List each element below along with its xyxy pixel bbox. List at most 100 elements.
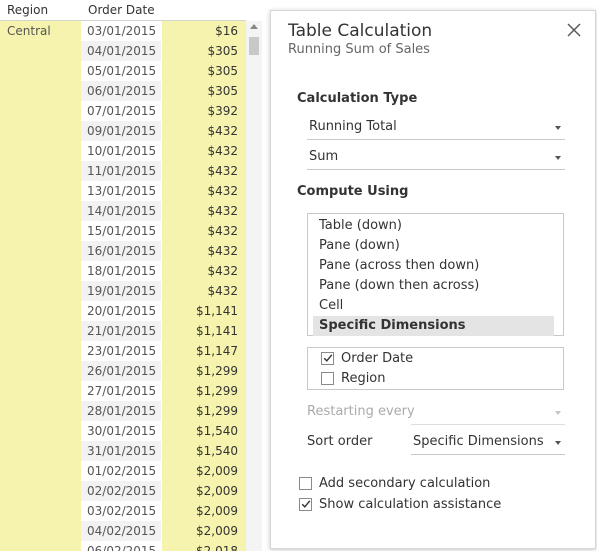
vertical-scrollbar[interactable] — [246, 21, 262, 551]
running-sum-cell[interactable]: $1,299 — [162, 401, 246, 421]
order-date-cell: 20/01/2015 — [81, 301, 161, 321]
checkbox-icon[interactable] — [321, 372, 334, 385]
running-sum-cell[interactable]: $432 — [162, 121, 246, 141]
compute-option[interactable]: Cell — [313, 296, 554, 316]
table-row[interactable]: 26/01/2015 $1,299 — [81, 361, 246, 381]
table-row[interactable]: 11/01/2015 $432 — [81, 161, 246, 181]
table-row[interactable]: 10/01/2015 $432 — [81, 141, 246, 161]
sort-order-dropdown[interactable]: Specific Dimensions — [411, 432, 565, 455]
compute-option[interactable]: Pane (down) — [313, 236, 554, 256]
table-row[interactable]: 13/01/2015 $432 — [81, 181, 246, 201]
region-column-header[interactable]: Region — [7, 0, 48, 20]
running-sum-cell[interactable]: $1,299 — [162, 381, 246, 401]
order-date-cell: 07/01/2015 — [81, 101, 161, 121]
table-row[interactable]: 04/02/2015 $2,009 — [81, 521, 246, 541]
running-sum-cell[interactable]: $432 — [162, 281, 246, 301]
calculation-type-label: Calculation Type — [297, 91, 418, 106]
table-row[interactable]: 21/01/2015 $1,141 — [81, 321, 246, 341]
running-sum-cell[interactable]: $1,299 — [162, 361, 246, 381]
dialog-title: Table Calculation — [288, 21, 433, 41]
table-row[interactable]: 28/01/2015 $1,299 — [81, 401, 246, 421]
table-row[interactable]: 14/01/2015 $432 — [81, 201, 246, 221]
scroll-up-arrow-icon[interactable] — [250, 24, 258, 29]
compute-option[interactable]: Pane (down then across) — [313, 276, 554, 296]
table-row[interactable]: 05/01/2015 $305 — [81, 61, 246, 81]
data-table: Region Order Date Central 03/01/2015 $16 0… — [0, 0, 262, 551]
table-row[interactable]: 19/01/2015 $432 — [81, 281, 246, 301]
order-date-column-header[interactable]: Order Date — [88, 0, 155, 20]
add-secondary-calculation-label: Add secondary calculation — [319, 476, 491, 491]
chevron-down-icon — [555, 156, 561, 160]
order-date-cell: 04/02/2015 — [81, 521, 161, 541]
running-sum-cell[interactable]: $305 — [162, 81, 246, 101]
aggregation-dropdown[interactable]: Sum — [307, 147, 565, 170]
running-sum-cell[interactable]: $305 — [162, 61, 246, 81]
running-sum-cell[interactable]: $2,009 — [162, 521, 246, 541]
order-date-cell: 06/02/2015 — [81, 541, 161, 551]
running-sum-cell[interactable]: $432 — [162, 261, 246, 281]
running-sum-cell[interactable]: $2,009 — [162, 481, 246, 501]
running-sum-cell[interactable]: $432 — [162, 241, 246, 261]
table-row[interactable]: 27/01/2015 $1,299 — [81, 381, 246, 401]
table-row[interactable]: 20/01/2015 $1,141 — [81, 301, 246, 321]
table-row[interactable]: 06/02/2015 $2,018 — [81, 541, 246, 551]
checkbox-icon[interactable] — [299, 477, 312, 490]
checkbox-icon[interactable] — [299, 498, 312, 511]
running-sum-cell[interactable]: $1,147 — [162, 341, 246, 361]
table-row[interactable]: 02/02/2015 $2,009 — [81, 481, 246, 501]
running-sum-cell[interactable]: $1,141 — [162, 301, 246, 321]
running-sum-cell[interactable]: $305 — [162, 41, 246, 61]
order-date-cell: 15/01/2015 — [81, 221, 161, 241]
running-sum-cell[interactable]: $1,540 — [162, 441, 246, 461]
calculation-type-dropdown[interactable]: Running Total — [307, 117, 565, 140]
running-sum-cell[interactable]: $432 — [162, 181, 246, 201]
order-date-cell: 27/01/2015 — [81, 381, 161, 401]
table-row[interactable]: 07/01/2015 $392 — [81, 101, 246, 121]
order-date-cell: 13/01/2015 — [81, 181, 161, 201]
table-row[interactable]: 04/01/2015 $305 — [81, 41, 246, 61]
running-sum-cell[interactable]: $432 — [162, 141, 246, 161]
order-date-cell: 03/02/2015 — [81, 501, 161, 521]
table-row[interactable]: 03/02/2015 $2,009 — [81, 501, 246, 521]
order-date-cell: 14/01/2015 — [81, 201, 161, 221]
table-row[interactable]: 09/01/2015 $432 — [81, 121, 246, 141]
table-row[interactable]: 18/01/2015 $432 — [81, 261, 246, 281]
table-row[interactable]: 23/01/2015 $1,147 — [81, 341, 246, 361]
close-icon[interactable] — [567, 23, 581, 37]
running-sum-cell[interactable]: $392 — [162, 101, 246, 121]
running-sum-cell[interactable]: $16 — [162, 21, 246, 41]
order-date-cell: 02/02/2015 — [81, 481, 161, 501]
table-row[interactable]: 06/01/2015 $305 — [81, 81, 246, 101]
table-row[interactable]: 15/01/2015 $432 — [81, 221, 246, 241]
table-row[interactable]: 31/01/2015 $1,540 — [81, 441, 246, 461]
running-sum-cell[interactable]: $1,141 — [162, 321, 246, 341]
order-date-cell: 19/01/2015 — [81, 281, 161, 301]
running-sum-cell[interactable]: $432 — [162, 161, 246, 181]
running-sum-cell[interactable]: $2,009 — [162, 501, 246, 521]
dialog-subtitle: Running Sum of Sales — [288, 42, 430, 57]
compute-option[interactable]: Specific Dimensions — [313, 316, 554, 336]
order-date-cell: 05/01/2015 — [81, 61, 161, 81]
region-cell[interactable]: Central — [0, 21, 81, 551]
dimension-label: Order Date — [341, 351, 414, 366]
table-row[interactable]: 01/02/2015 $2,009 — [81, 461, 246, 481]
running-sum-cell[interactable]: $2,018 — [162, 541, 246, 551]
scrollbar-thumb[interactable] — [249, 37, 259, 55]
compute-option[interactable]: Table (down) — [313, 216, 554, 236]
table-row[interactable]: 03/01/2015 $16 — [81, 21, 246, 41]
running-sum-cell[interactable]: $1,540 — [162, 421, 246, 441]
region-value: Central — [7, 24, 51, 38]
order-date-cell: 18/01/2015 — [81, 261, 161, 281]
compute-using-list[interactable]: Table (down) Pane (down) Pane (across then… — [307, 213, 564, 336]
table-row[interactable]: 30/01/2015 $1,540 — [81, 421, 246, 441]
running-sum-cell[interactable]: $432 — [162, 221, 246, 241]
table-calculation-dialog: Table Calculation Running Sum of Sales C… — [270, 10, 596, 549]
running-sum-cell[interactable]: $432 — [162, 201, 246, 221]
table-row[interactable]: 16/01/2015 $432 — [81, 241, 246, 261]
order-date-cell: 09/01/2015 — [81, 121, 161, 141]
running-sum-cell[interactable]: $2,009 — [162, 461, 246, 481]
order-date-cell: 10/01/2015 — [81, 141, 161, 161]
checkbox-icon[interactable] — [321, 352, 334, 365]
specific-dimensions-list[interactable]: Order Date Region — [307, 347, 564, 390]
compute-option[interactable]: Pane (across then down) — [313, 256, 554, 276]
